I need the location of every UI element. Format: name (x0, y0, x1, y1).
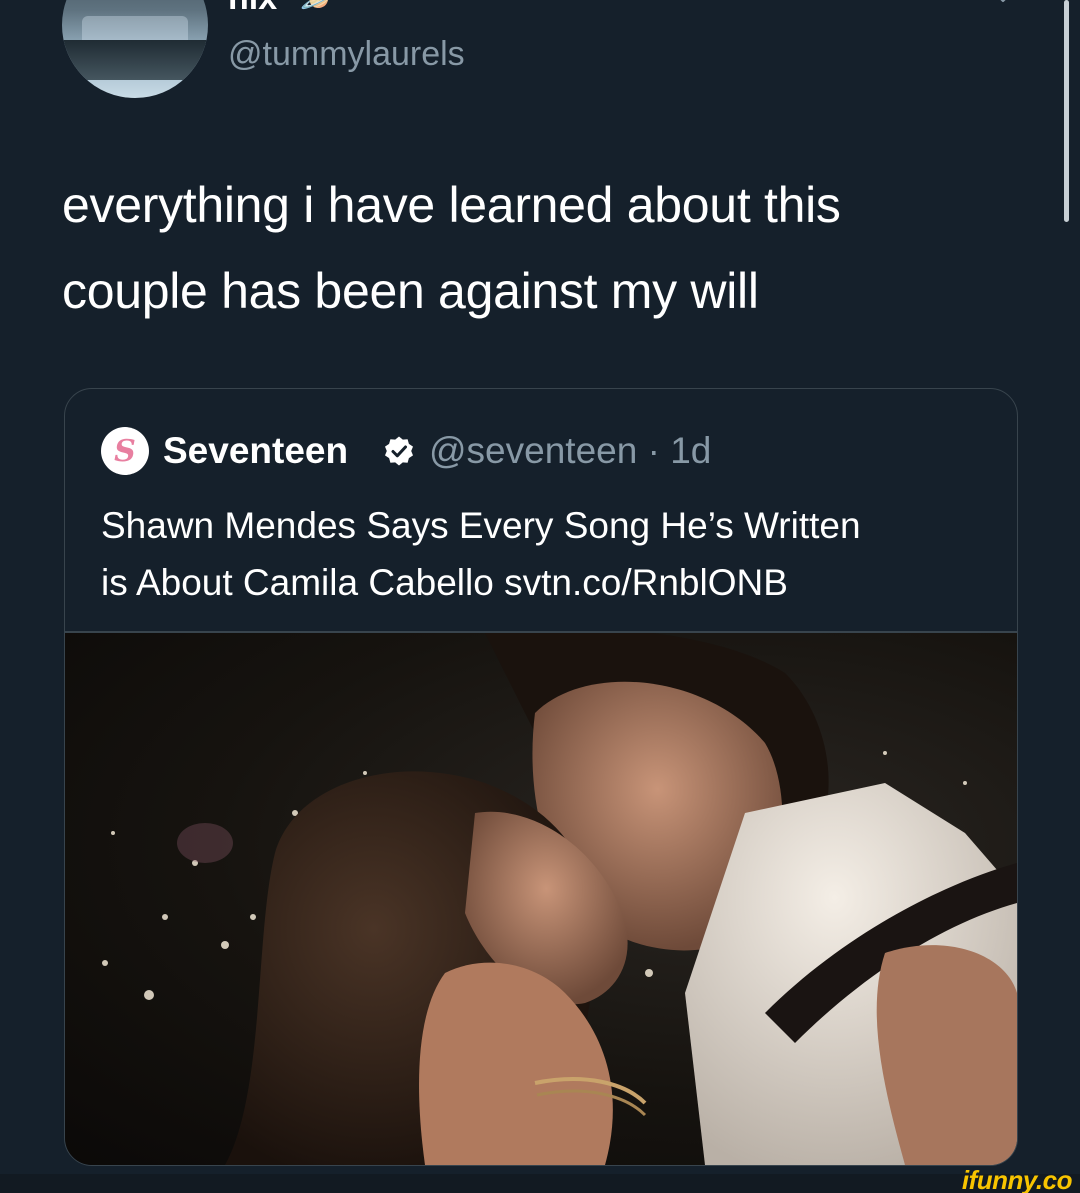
quoted-tweet-card[interactable]: S Seventeen @seventeen · 1d Shawn Mendes… (64, 388, 1018, 1166)
quoted-tweet-photo[interactable] (65, 633, 1017, 1165)
author-display-name[interactable]: nix (228, 0, 277, 18)
author-avatar[interactable] (62, 0, 208, 98)
tweet-text: everything i have learned about this cou… (62, 162, 1022, 334)
chevron-down-icon[interactable] (992, 0, 1014, 8)
saturn-emoji-icon: 🪐 (300, 0, 337, 20)
quoted-author-name[interactable]: Seventeen (163, 427, 348, 475)
bottom-bar (0, 1174, 1080, 1193)
quoted-tweet-text-line-1: Shawn Mendes Says Every Song He’s Writte… (101, 505, 861, 546)
quoted-tweet-age: 1d (670, 430, 712, 471)
man-arm (876, 945, 1017, 1165)
seventeen-avatar-letter: S (114, 433, 136, 469)
tweet-text-line-1: everything i have learned about this (62, 177, 841, 233)
tweet-text-line-2: couple has been against my will (62, 263, 759, 319)
screenshot-page: nix 🪐 @tummylaurels everything i have le… (0, 0, 1080, 1193)
quoted-author-meta: @seventeen · 1d (429, 427, 711, 475)
verified-badge-icon (385, 436, 413, 466)
seventeen-avatar[interactable]: S (101, 427, 149, 475)
quoted-tweet-text-line-2[interactable]: is About Camila Cabello svtn.co/RnblONB (101, 554, 981, 611)
quoted-author-handle[interactable]: @seventeen (429, 430, 637, 471)
ifunny-watermark: ifunny.co (961, 1165, 1073, 1193)
scrollbar-thumb[interactable] (1064, 0, 1069, 222)
photo-illustration (102, 633, 1017, 1165)
avatar-photo-car (62, 40, 208, 80)
author-handle[interactable]: @tummylaurels (228, 34, 465, 74)
quoted-tweet-text: Shawn Mendes Says Every Song He’s Writte… (101, 497, 981, 611)
meta-separator: · (647, 430, 660, 471)
